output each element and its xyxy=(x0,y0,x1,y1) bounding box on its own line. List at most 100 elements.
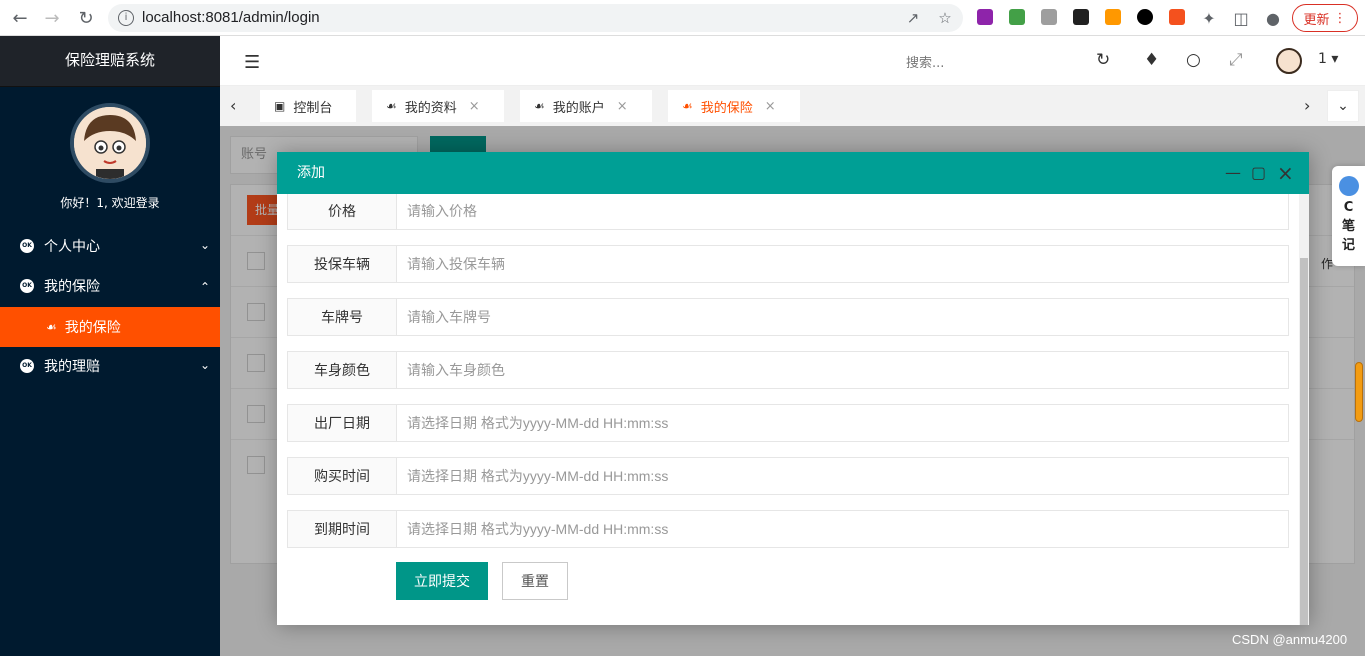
note-icon xyxy=(1338,176,1359,196)
reload-icon[interactable]: ↻ xyxy=(74,6,98,30)
vehicle-input[interactable]: 请输入投保车辆 xyxy=(397,245,1289,283)
search-input[interactable]: 搜索... xyxy=(906,52,944,71)
tab-label: 我的保险 xyxy=(700,100,753,116)
url-text: localhost:8081/admin/login xyxy=(142,9,320,26)
form-row-purchase-time: 购买时间 请选择日期 格式为yyyy-MM-dd HH:mm:ss xyxy=(287,457,1289,495)
share-icon[interactable]: ↗ xyxy=(904,9,922,27)
lock-icon[interactable]: ○ xyxy=(1186,50,1201,70)
note-line: 笔 xyxy=(1341,219,1355,234)
tab-console[interactable]: ▣ 控制台 xyxy=(260,90,356,122)
field-label: 到期时间 xyxy=(287,510,397,548)
close-icon[interactable]: × xyxy=(617,99,628,114)
note-line: 记 xyxy=(1341,238,1355,253)
submenu-my-insurance[interactable]: ☙ 我的保险 xyxy=(0,307,220,347)
system-title: 保险理赔系统 xyxy=(0,36,220,87)
tab-menu-chevron-down-icon[interactable]: ⌄ xyxy=(1327,90,1359,122)
palm-tree-icon: ☙ xyxy=(386,99,397,113)
tab-bar: ‹ ▣ 控制台 ☙ 我的资料 × ☙ 我的账户 × ☙ 我的保险 × › ⌄ xyxy=(220,86,1365,126)
form-row-color: 车身颜色 请输入车身颜色 xyxy=(287,351,1289,389)
menu-label: 我的理赔 xyxy=(44,359,100,375)
fullscreen-icon[interactable]: ⤢ xyxy=(1229,50,1243,70)
address-bar[interactable]: i localhost:8081/admin/login ↗ ☆ xyxy=(108,4,963,32)
extension-c-icon[interactable] xyxy=(1169,9,1185,25)
user-name: 1 xyxy=(1318,51,1327,67)
tab-my-insurance[interactable]: ☙ 我的保险 × xyxy=(668,90,800,122)
menu-toggle-icon[interactable]: ☰ xyxy=(244,52,260,73)
chevron-down-icon: ⌄ xyxy=(199,358,210,372)
dialog-header: 添加 — ▢ × xyxy=(277,152,1309,194)
notification-bell-icon[interactable]: ♦ xyxy=(1144,50,1159,70)
tab-next-icon[interactable]: › xyxy=(1304,96,1310,115)
palm-tree-icon: ☙ xyxy=(534,99,545,113)
expiry-time-input[interactable]: 请选择日期 格式为yyyy-MM-dd HH:mm:ss xyxy=(397,510,1289,548)
extension-rp-icon[interactable] xyxy=(977,9,993,25)
body-color-input[interactable]: 请输入车身颜色 xyxy=(397,351,1289,389)
update-label: 更新 xyxy=(1303,12,1330,28)
note-widget[interactable]: C 笔 记 xyxy=(1332,166,1365,266)
menu-my-claims[interactable]: OK 我的理赔 ⌄ xyxy=(0,346,220,386)
menu-personal-center[interactable]: OK 个人中心 ⌄ xyxy=(0,226,220,266)
user-avatar xyxy=(70,103,150,183)
close-icon[interactable]: × xyxy=(1277,152,1294,194)
maximize-icon[interactable]: ▢ xyxy=(1251,152,1266,194)
close-icon[interactable]: × xyxy=(469,99,480,114)
extension-infinity-icon[interactable] xyxy=(1137,9,1153,25)
site-info-icon[interactable]: i xyxy=(118,10,134,26)
form-row-manufacture-date: 出厂日期 请选择日期 格式为yyyy-MM-dd HH:mm:ss xyxy=(287,404,1289,442)
tab-prev-icon[interactable]: ‹ xyxy=(230,96,236,115)
form-row-price: 价格 请输入价格 xyxy=(287,194,1289,230)
submenu-label: 我的保险 xyxy=(64,320,121,336)
bookmark-star-icon[interactable]: ☆ xyxy=(936,9,954,27)
tab-my-profile[interactable]: ☙ 我的资料 × xyxy=(372,90,504,122)
manufacture-date-input[interactable]: 请选择日期 格式为yyyy-MM-dd HH:mm:ss xyxy=(397,404,1289,442)
minimize-icon[interactable]: — xyxy=(1225,152,1241,194)
sidebar: 保险理赔系统 你好！1, 欢迎登录 OK 个人中心 ⌄ OK 我的保险 ⌃ ☙ … xyxy=(0,36,220,656)
dialog-title: 添加 xyxy=(297,165,325,181)
dialog-scroll-thumb[interactable] xyxy=(1300,258,1308,625)
extensions-puzzle-icon[interactable]: ✦ xyxy=(1197,6,1221,30)
more-vert-icon: ⋮ xyxy=(1333,10,1347,26)
field-label: 车身颜色 xyxy=(287,351,397,389)
header-avatar[interactable] xyxy=(1276,48,1302,74)
ok-icon: OK xyxy=(20,359,34,373)
extension-wechat-icon[interactable] xyxy=(1009,9,1025,25)
tab-label: 控制台 xyxy=(293,100,333,116)
welcome-text: 你好！1, 欢迎登录 xyxy=(60,196,160,210)
page-scroll-thumb[interactable] xyxy=(1355,362,1363,422)
menu-my-insurance[interactable]: OK 我的保险 ⌃ xyxy=(0,266,220,306)
purchase-time-input[interactable]: 请选择日期 格式为yyyy-MM-dd HH:mm:ss xyxy=(397,457,1289,495)
extension-vip-icon[interactable] xyxy=(1105,9,1121,25)
ok-icon: OK xyxy=(20,279,34,293)
add-dialog: 添加 — ▢ × 价格 请输入价格 投保车辆 请输入投保车辆 车牌号 请输入车牌… xyxy=(277,152,1309,625)
extension-game-icon[interactable] xyxy=(1073,9,1089,25)
forward-icon[interactable]: → xyxy=(40,6,64,30)
dialog-body: 价格 请输入价格 投保车辆 请输入投保车辆 车牌号 请输入车牌号 车身颜色 请输… xyxy=(277,194,1299,625)
chevron-up-icon: ⌃ xyxy=(199,280,210,294)
menu-label: 个人中心 xyxy=(44,239,100,255)
chevron-down-icon: ⌄ xyxy=(199,238,210,252)
back-icon[interactable]: ← xyxy=(8,6,32,30)
submit-button[interactable]: 立即提交 xyxy=(396,562,488,600)
plate-input[interactable]: 请输入车牌号 xyxy=(397,298,1289,336)
price-input[interactable]: 请输入价格 xyxy=(397,194,1289,230)
tab-my-account[interactable]: ☙ 我的账户 × xyxy=(520,90,652,122)
ok-icon: OK xyxy=(20,239,34,253)
field-label: 价格 xyxy=(287,194,397,230)
palm-tree-icon: ☙ xyxy=(682,99,693,113)
extension-image-icon[interactable] xyxy=(1041,9,1057,25)
profile-icon[interactable]: ● xyxy=(1261,6,1285,30)
form-row-vehicle: 投保车辆 请输入投保车辆 xyxy=(287,245,1289,283)
update-button[interactable]: 更新 ⋮ xyxy=(1292,4,1358,32)
tab-label: 我的资料 xyxy=(404,100,457,116)
monitor-icon: ▣ xyxy=(274,99,286,113)
close-icon[interactable]: × xyxy=(765,99,776,114)
field-label: 出厂日期 xyxy=(287,404,397,442)
refresh-icon[interactable]: ↻ xyxy=(1096,50,1110,70)
reset-button[interactable]: 重置 xyxy=(502,562,568,600)
user-menu[interactable]: 1 ▾ xyxy=(1318,51,1338,67)
note-line: C xyxy=(1343,200,1354,215)
tab-label: 我的账户 xyxy=(552,100,605,116)
side-panel-icon[interactable]: ◫ xyxy=(1229,6,1253,30)
browser-toolbar: ← → ↻ i localhost:8081/admin/login ↗ ☆ ✦… xyxy=(0,0,1365,36)
palm-tree-icon: ☙ xyxy=(46,320,57,334)
